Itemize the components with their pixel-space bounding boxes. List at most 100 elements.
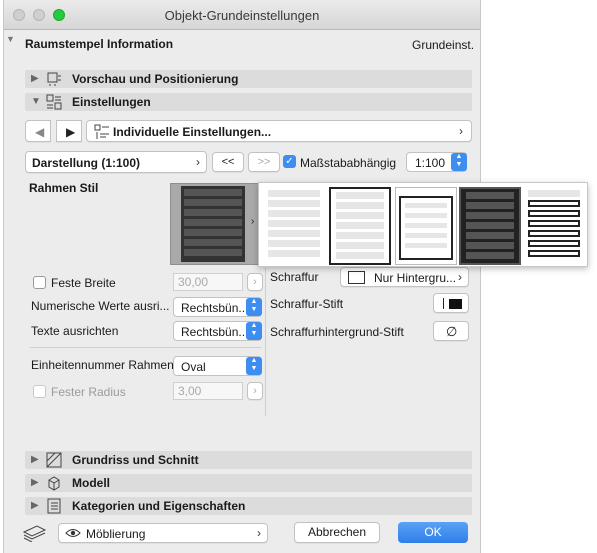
section-label: Einstellungen: [72, 95, 151, 109]
empty-pen-icon: ∅: [446, 324, 458, 339]
frame-style-option-1[interactable]: [263, 187, 325, 265]
option-row: [466, 222, 514, 229]
scale-select[interactable]: 1:100 ▲ ▼: [406, 152, 467, 172]
title-bar: Objekt-Grundeinstellungen: [4, 0, 480, 30]
disclosure-right-icon: ▶: [31, 500, 39, 511]
fester-radius-field[interactable]: 3,00: [173, 382, 243, 400]
select-stepper-icon: ▲ ▼: [246, 298, 262, 316]
rahmen-stil-label: Rahmen Stil: [29, 181, 99, 195]
scale-checkbox[interactable]: ✓: [283, 155, 296, 168]
scale-check-label: Maßstababhängig: [300, 156, 397, 170]
option-row: [528, 220, 580, 227]
dialog-window: Objekt-Grundeinstellungen ▼ Raumstempel …: [3, 0, 481, 553]
frame-style-option-2[interactable]: [329, 187, 391, 265]
frame-style-option-5[interactable]: [523, 187, 585, 265]
section-einstellungen[interactable]: ▼ Einstellungen: [25, 93, 472, 111]
numerisch-select[interactable]: Rechtsbün... ▲ ▼: [173, 297, 262, 317]
feste-breite-checkbox[interactable]: [33, 276, 46, 289]
option-row: [336, 252, 384, 259]
section-grundriss[interactable]: ▶ Grundriss und Schnitt: [25, 451, 472, 469]
option-row: [268, 220, 320, 227]
option-row: [268, 200, 320, 207]
option-row: [268, 250, 320, 257]
feste-breite-arrow-button[interactable]: ›: [247, 273, 263, 291]
einheiten-label: Einheitennummer Rahmen: [31, 358, 174, 372]
ok-button[interactable]: OK: [398, 522, 468, 543]
list-properties-icon: [47, 498, 61, 514]
schraffur-value: Nur Hintergru...: [374, 271, 457, 285]
favorites-icon[interactable]: [21, 522, 47, 542]
option-row: [268, 190, 320, 197]
option-row: [268, 230, 320, 237]
cube-icon: [48, 476, 60, 491]
preview-row: [184, 189, 242, 196]
preview-position-icon: [47, 72, 61, 86]
section-label: Vorschau und Positionierung: [72, 72, 239, 86]
preview-row: [184, 229, 242, 236]
scale-forward-button[interactable]: >>: [248, 152, 280, 172]
scale-back-button[interactable]: <<: [212, 152, 244, 172]
stift-label: Schraffur-Stift: [270, 297, 344, 311]
feste-breite-field[interactable]: 30,00: [173, 273, 243, 291]
section-vorschau[interactable]: ▶ Vorschau und Positionierung: [25, 70, 472, 88]
option-row: [528, 200, 580, 207]
prev-button[interactable]: ◀: [25, 120, 51, 142]
hatch-swatch-icon: [348, 271, 365, 284]
option-row: [466, 252, 514, 259]
section-modell[interactable]: ▶ Modell: [25, 474, 472, 492]
cancel-button[interactable]: Abbrechen: [294, 522, 380, 543]
chevron-right-icon: ›: [458, 270, 462, 284]
settings-dropdown[interactable]: Individuelle Einstellungen... ›: [86, 120, 472, 142]
divider: [30, 347, 262, 348]
hg-stift-label: Schraffurhintergrund-Stift: [270, 325, 404, 339]
disclosure-right-icon: ▶: [31, 477, 39, 488]
option-row: [466, 242, 514, 249]
section-kategorien[interactable]: ▶ Kategorien und Eigenschaften: [25, 497, 472, 515]
option-row: [336, 202, 384, 209]
frame-style-picker[interactable]: ›: [170, 183, 261, 265]
next-icon: ▶: [66, 125, 76, 139]
fester-radius-arrow-button[interactable]: ›: [247, 382, 263, 400]
texte-select[interactable]: Rechtsbün... ▲ ▼: [173, 321, 262, 341]
chevron-right-icon: ›: [196, 155, 200, 169]
option-row: [405, 203, 447, 208]
eye-icon: [65, 529, 81, 537]
fester-radius-checkbox[interactable]: [33, 385, 46, 398]
prev-icon: ◀: [35, 125, 45, 139]
option-row: [405, 243, 447, 248]
schraffur-label: Schraffur: [270, 270, 319, 284]
stift-button[interactable]: [433, 293, 469, 313]
texte-label: Texte ausrichten: [31, 324, 119, 338]
scale-value: 1:100: [415, 156, 446, 170]
option-row: [405, 233, 447, 238]
frame-style-option-4[interactable]: [459, 187, 521, 265]
section-label: Modell: [72, 476, 110, 490]
numerisch-value: Rechtsbün...: [181, 301, 249, 315]
dropdown-label: Individuelle Einstellungen...: [113, 125, 272, 139]
fester-radius-label: Fester Radius: [51, 385, 126, 399]
option-row: [336, 232, 384, 239]
einheiten-select[interactable]: Oval ▲ ▼: [173, 356, 262, 376]
favorite-label: Möblierung: [86, 527, 146, 541]
disclosure-right-icon: ▶: [31, 454, 39, 465]
option-row: [466, 232, 514, 239]
collapse-caret-icon[interactable]: ▼: [6, 34, 15, 44]
chevron-right-icon: ›: [459, 124, 463, 138]
numerisch-label: Numerische Werte ausri...: [31, 299, 170, 313]
preview-row: [184, 239, 242, 246]
select-stepper-icon: ▲ ▼: [246, 322, 262, 340]
header-subtitle: Grundeinst.: [412, 38, 475, 52]
texte-value: Rechtsbün...: [181, 325, 249, 339]
favorite-dropdown[interactable]: Möblierung ›: [58, 523, 268, 543]
hg-stift-button[interactable]: ∅: [433, 321, 469, 341]
option-row: [268, 240, 320, 247]
option-row: [528, 210, 580, 217]
chevron-right-icon: ›: [257, 526, 261, 540]
custom-settings-icon: [94, 124, 109, 139]
option-row: [336, 212, 384, 219]
schraffur-button[interactable]: Nur Hintergru... ›: [340, 267, 469, 287]
frame-style-option-3[interactable]: [395, 187, 457, 265]
option-row: [405, 213, 447, 218]
next-button[interactable]: ▶: [56, 120, 82, 142]
darstellung-button[interactable]: Darstellung (1:100) ›: [25, 151, 207, 173]
